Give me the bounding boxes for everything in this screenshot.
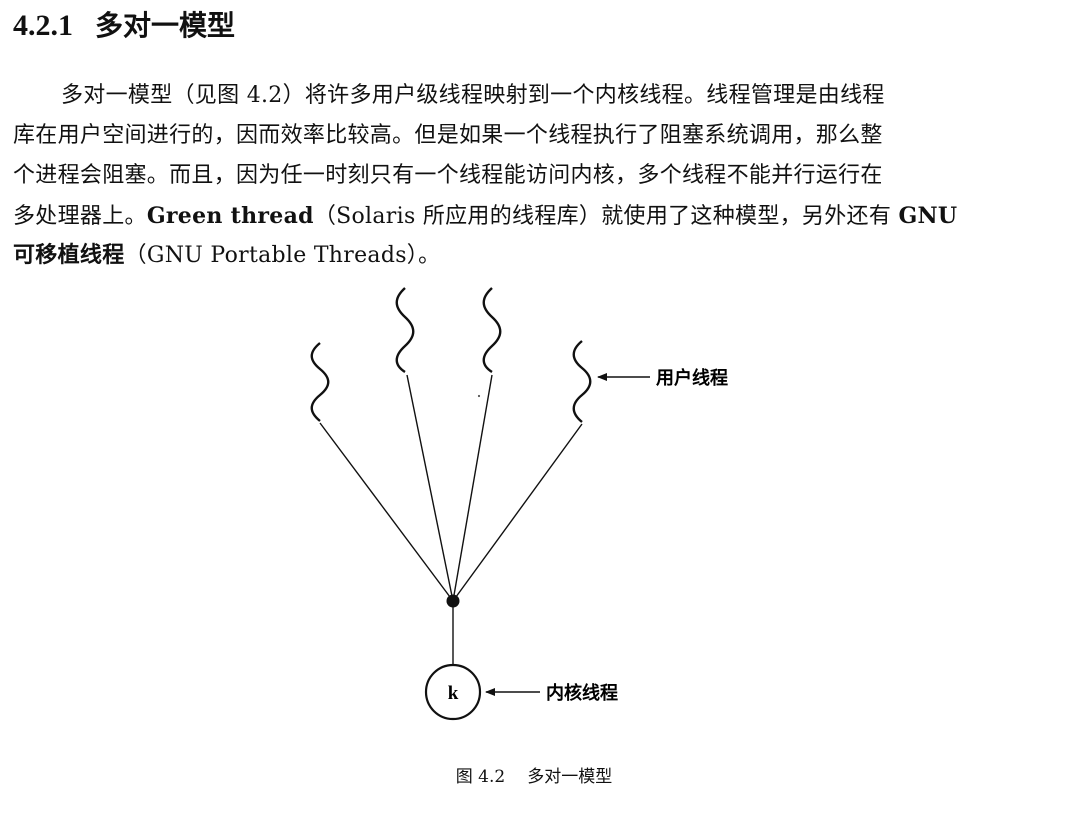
- paragraph-line: 个进程会阻塞。而且，因为任一时刻只有一个线程能访问内核，多个线程不能并行运行在: [13, 156, 1053, 196]
- term-gnu: GNU: [898, 203, 958, 229]
- figure-title: 多对一模型: [527, 767, 613, 787]
- user-thread-wave: [572, 340, 592, 423]
- section-number: 4.2.1: [13, 9, 73, 42]
- figure-number: 图 4.2: [455, 767, 506, 787]
- mapping-line: [452, 423, 583, 602]
- paragraph-text: 个进程会阻塞。而且，因为任一时刻只有一个线程能访问内核，多个线程不能并行运行在: [13, 163, 883, 188]
- many-to-one-diagram: k 用户线程 内核线程: [310, 287, 728, 721]
- term-green-thread: Green thread: [146, 203, 314, 229]
- paragraph-line: 多处理器上。Green thread（Solaris 所应用的线程库）就使用了这…: [13, 196, 1053, 236]
- user-thread-wave: [310, 342, 330, 422]
- paragraph-line: 库在用户空间进行的，因而效率比较高。但是如果一个线程执行了阻塞系统调用，那么整: [13, 116, 1053, 156]
- mapping-line: [452, 374, 493, 602]
- section-title: 多对一模型: [95, 9, 236, 42]
- paragraph-line: 多对一模型（见图 4.2）将许多用户级线程映射到一个内核线程。线程管理是由线程: [13, 76, 1053, 116]
- kernel-symbol: k: [448, 683, 459, 704]
- kernel-thread-label: 内核线程: [546, 682, 618, 704]
- paragraph-text: 多对一模型（见图 4.2）将许多用户级线程映射到一个内核线程。线程管理是由线程: [61, 83, 885, 108]
- mapping-line: [319, 422, 454, 602]
- paragraph-text: 多处理器上。: [13, 204, 147, 229]
- body-paragraph: 多对一模型（见图 4.2）将许多用户级线程映射到一个内核线程。线程管理是由线程 …: [13, 76, 1053, 276]
- user-thread-wave: [482, 287, 502, 374]
- print-speck: [477, 394, 481, 398]
- user-thread-label: 用户线程: [656, 367, 728, 389]
- figure-caption: 图 4.2 多对一模型: [0, 762, 1068, 787]
- paragraph-text: 库在用户空间进行的，因而效率比较高。但是如果一个线程执行了阻塞系统调用，那么整: [13, 123, 883, 148]
- mapping-line: [406, 374, 454, 602]
- user-thread-wave: [395, 287, 415, 374]
- section-heading: 4.2.1 多对一模型: [13, 4, 235, 48]
- term-portable-threads: 可移植线程: [13, 243, 125, 268]
- paragraph-text: （Solaris 所应用的线程库）就使用了这种模型，另外还有: [313, 204, 899, 229]
- paragraph-text: （GNU Portable Threads）。: [124, 243, 441, 268]
